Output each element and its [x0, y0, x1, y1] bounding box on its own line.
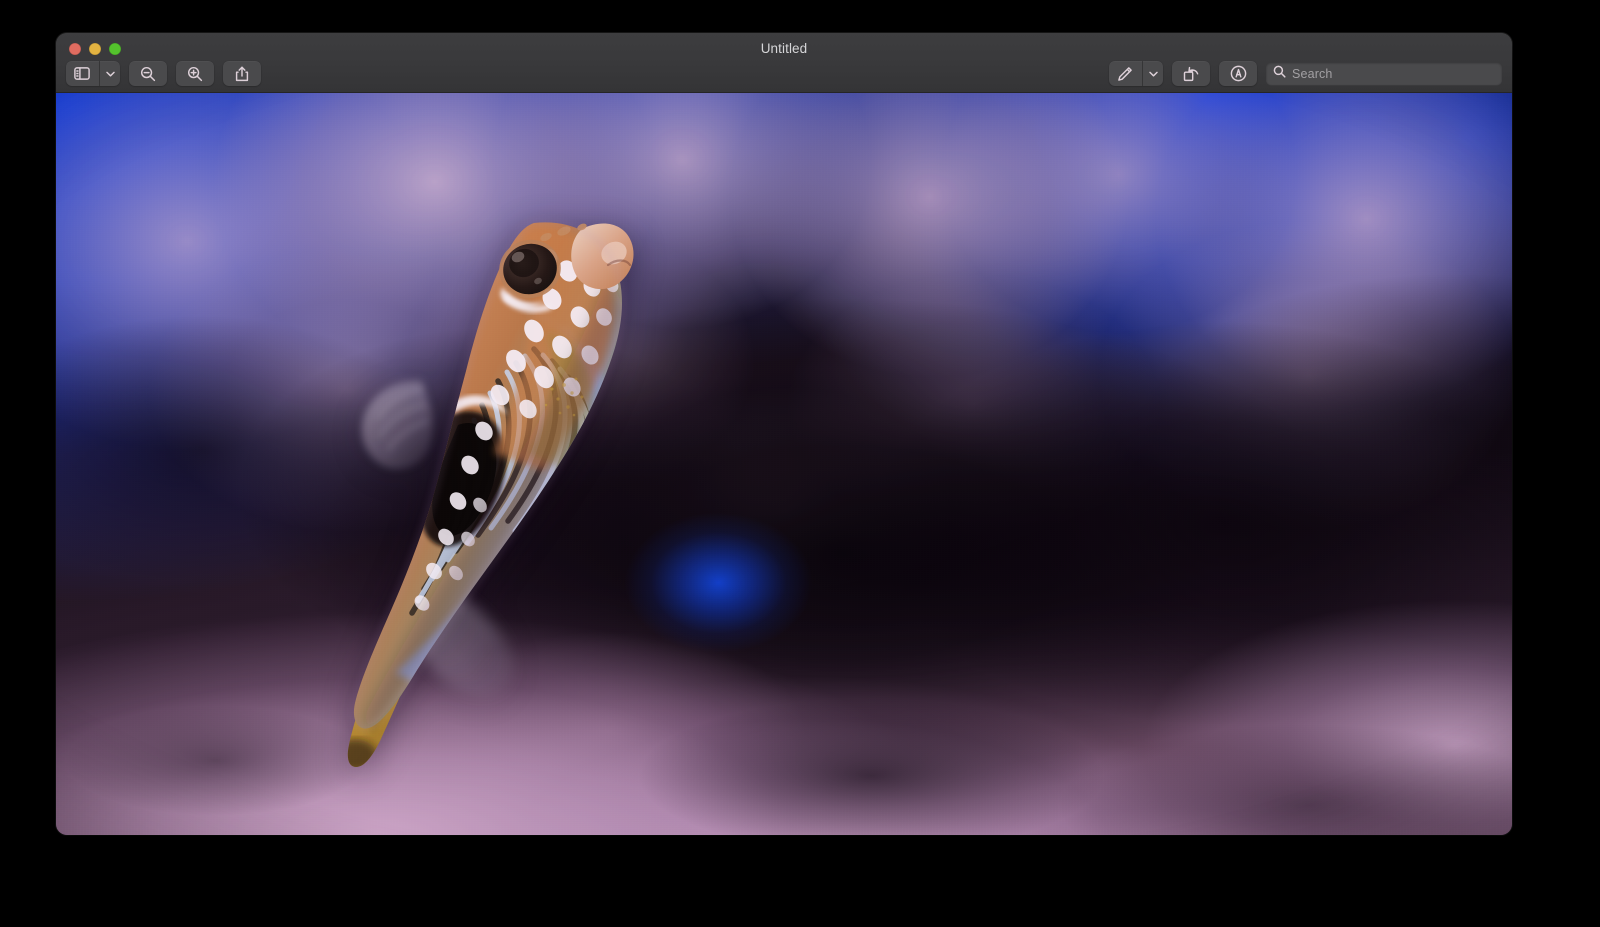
sidebar-icon[interactable] — [66, 61, 99, 86]
zoom-button[interactable] — [109, 43, 121, 55]
toolbar-right-group: Search — [1109, 61, 1502, 86]
pen-icon[interactable] — [1109, 61, 1142, 86]
search-icon — [1273, 65, 1286, 83]
annotate-button[interactable] — [1219, 61, 1257, 86]
markup-chevron-down-icon[interactable] — [1142, 61, 1164, 86]
magnifier-minus-icon — [140, 66, 156, 82]
sidebar-view-options-button[interactable] — [66, 61, 120, 86]
search-field[interactable]: Search — [1266, 62, 1502, 85]
image-grain — [56, 93, 1512, 835]
share-button[interactable] — [223, 61, 261, 86]
window-title: Untitled — [56, 41, 1512, 56]
search-placeholder: Search — [1292, 67, 1333, 81]
window-titlebar: Untitled — [56, 33, 1512, 93]
signature-icon — [1230, 65, 1247, 82]
rotate-icon — [1183, 66, 1200, 82]
minimize-button[interactable] — [89, 43, 101, 55]
toolbar-left-group — [66, 61, 261, 86]
traffic-light-group — [69, 43, 121, 55]
share-icon — [235, 66, 249, 82]
screenshot-root: Untitled — [0, 0, 1600, 927]
markup-button[interactable] — [1109, 61, 1163, 86]
zoom-in-button[interactable] — [176, 61, 214, 86]
zoom-out-button[interactable] — [129, 61, 167, 86]
rotate-left-button[interactable] — [1172, 61, 1210, 86]
preview-window: Untitled — [56, 33, 1512, 835]
image-canvas[interactable] — [56, 93, 1512, 835]
chevron-down-icon[interactable] — [99, 61, 121, 86]
magnifier-plus-icon — [187, 66, 203, 82]
close-button[interactable] — [69, 43, 81, 55]
